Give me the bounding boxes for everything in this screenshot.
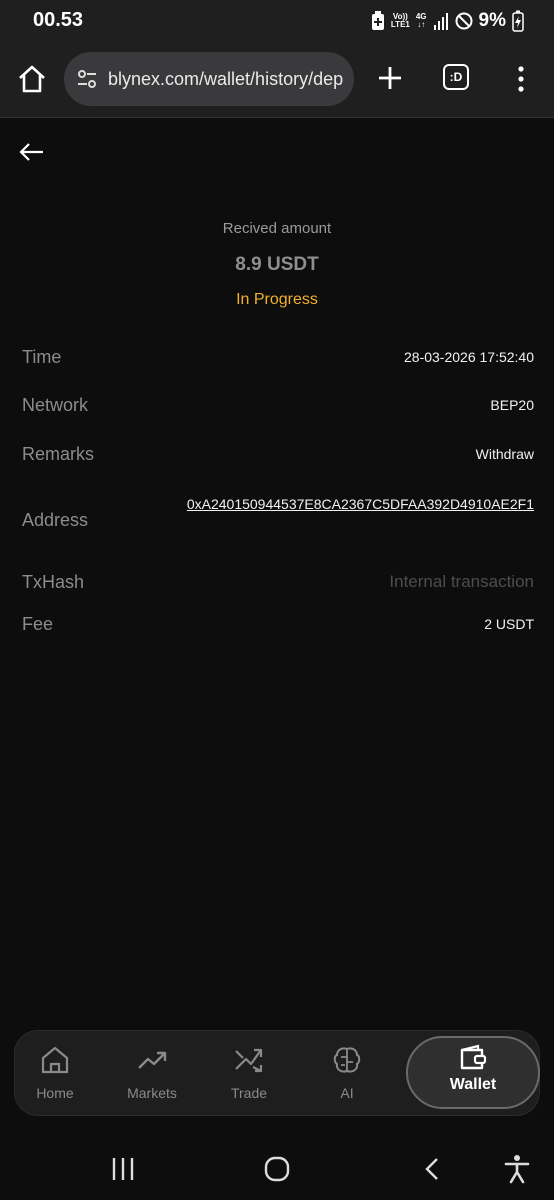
row-key: Address [22,510,89,530]
row-key: Time [22,347,62,367]
signal-icon [433,13,448,30]
browser-toolbar: blynex.com/wallet/history/dep :D [0,44,554,118]
back-arrow-icon[interactable] [18,141,44,163]
home-icon [41,1046,69,1074]
brain-icon [333,1047,361,1073]
recent-apps-icon[interactable] [111,1157,135,1181]
row-value: Internal transaction [389,572,534,591]
status-badge: In Progress [236,291,318,308]
battery-percent: 9% [478,10,506,31]
system-back-icon[interactable] [424,1157,440,1181]
more-menu-icon[interactable] [514,66,528,92]
bottom-nav: Home Markets Trade AI Wallet [14,1030,540,1116]
browser-home-icon[interactable] [16,63,48,95]
nav-ai[interactable]: AI [307,1045,387,1103]
trending-up-icon [138,1051,167,1069]
row-key: Network [22,395,89,415]
tab-switcher-button[interactable]: :D [443,64,469,90]
detail-row-address: Address 0xA240150944537E8CA2367C5DFAA392… [22,488,534,552]
nav-home-label: Home [36,1085,74,1101]
row-value: BEP20 [490,397,534,413]
nav-wallet-label: Wallet [449,1076,497,1093]
status-bar: 00.53 Vo)) LTE1 4G ↓↑ 9% [0,0,554,44]
amount-value: 8.9 USDT [235,254,319,275]
address-bar[interactable]: blynex.com/wallet/history/dep [64,52,354,106]
amount-label: Recived amount [222,220,332,237]
shuffle-icon [235,1048,263,1073]
row-key: TxHash [22,572,85,592]
row-value: Withdraw [475,446,534,462]
nav-markets[interactable]: Markets [112,1045,192,1103]
transaction-detail: Recived amount 8.9 USDT In Progress Time… [0,119,554,1029]
new-tab-icon[interactable] [376,64,404,92]
nav-ai-label: AI [340,1085,354,1101]
battery-saver-icon [371,11,384,30]
row-key: Fee [22,614,54,634]
volte-indicator: Vo)) LTE1 [391,13,410,29]
nav-wallet[interactable]: Wallet [406,1036,540,1109]
nav-home[interactable]: Home [15,1045,95,1103]
nav-markets-label: Markets [127,1085,177,1101]
address-link[interactable]: 0xA240150944537E8CA2367C5DFAA392D4910AE2… [174,488,534,521]
battery-charging-icon [512,10,524,32]
system-home-icon[interactable] [264,1156,290,1182]
system-navigation [0,1130,554,1200]
do-not-disturb-icon [455,12,473,30]
nav-trade-label: Trade [230,1085,268,1101]
network-type: 4G ↓↑ [416,13,427,29]
nav-trade[interactable]: Trade [209,1045,289,1103]
row-value: 2 USDT [484,616,534,632]
row-key: Remarks [22,444,95,464]
volte-line2: LTE1 [390,20,410,29]
wallet-icon [460,1044,487,1070]
accessibility-icon[interactable] [504,1154,530,1184]
data-arrows-icon: ↓↑ [417,20,426,29]
url-text[interactable]: blynex.com/wallet/history/dep [108,69,343,90]
status-icons: Vo)) LTE1 4G ↓↑ 9% [371,9,524,33]
site-settings-icon[interactable] [76,68,98,90]
row-value: 28-03-2026 17:52:40 [404,349,534,365]
status-time: 00.53 [33,9,84,31]
